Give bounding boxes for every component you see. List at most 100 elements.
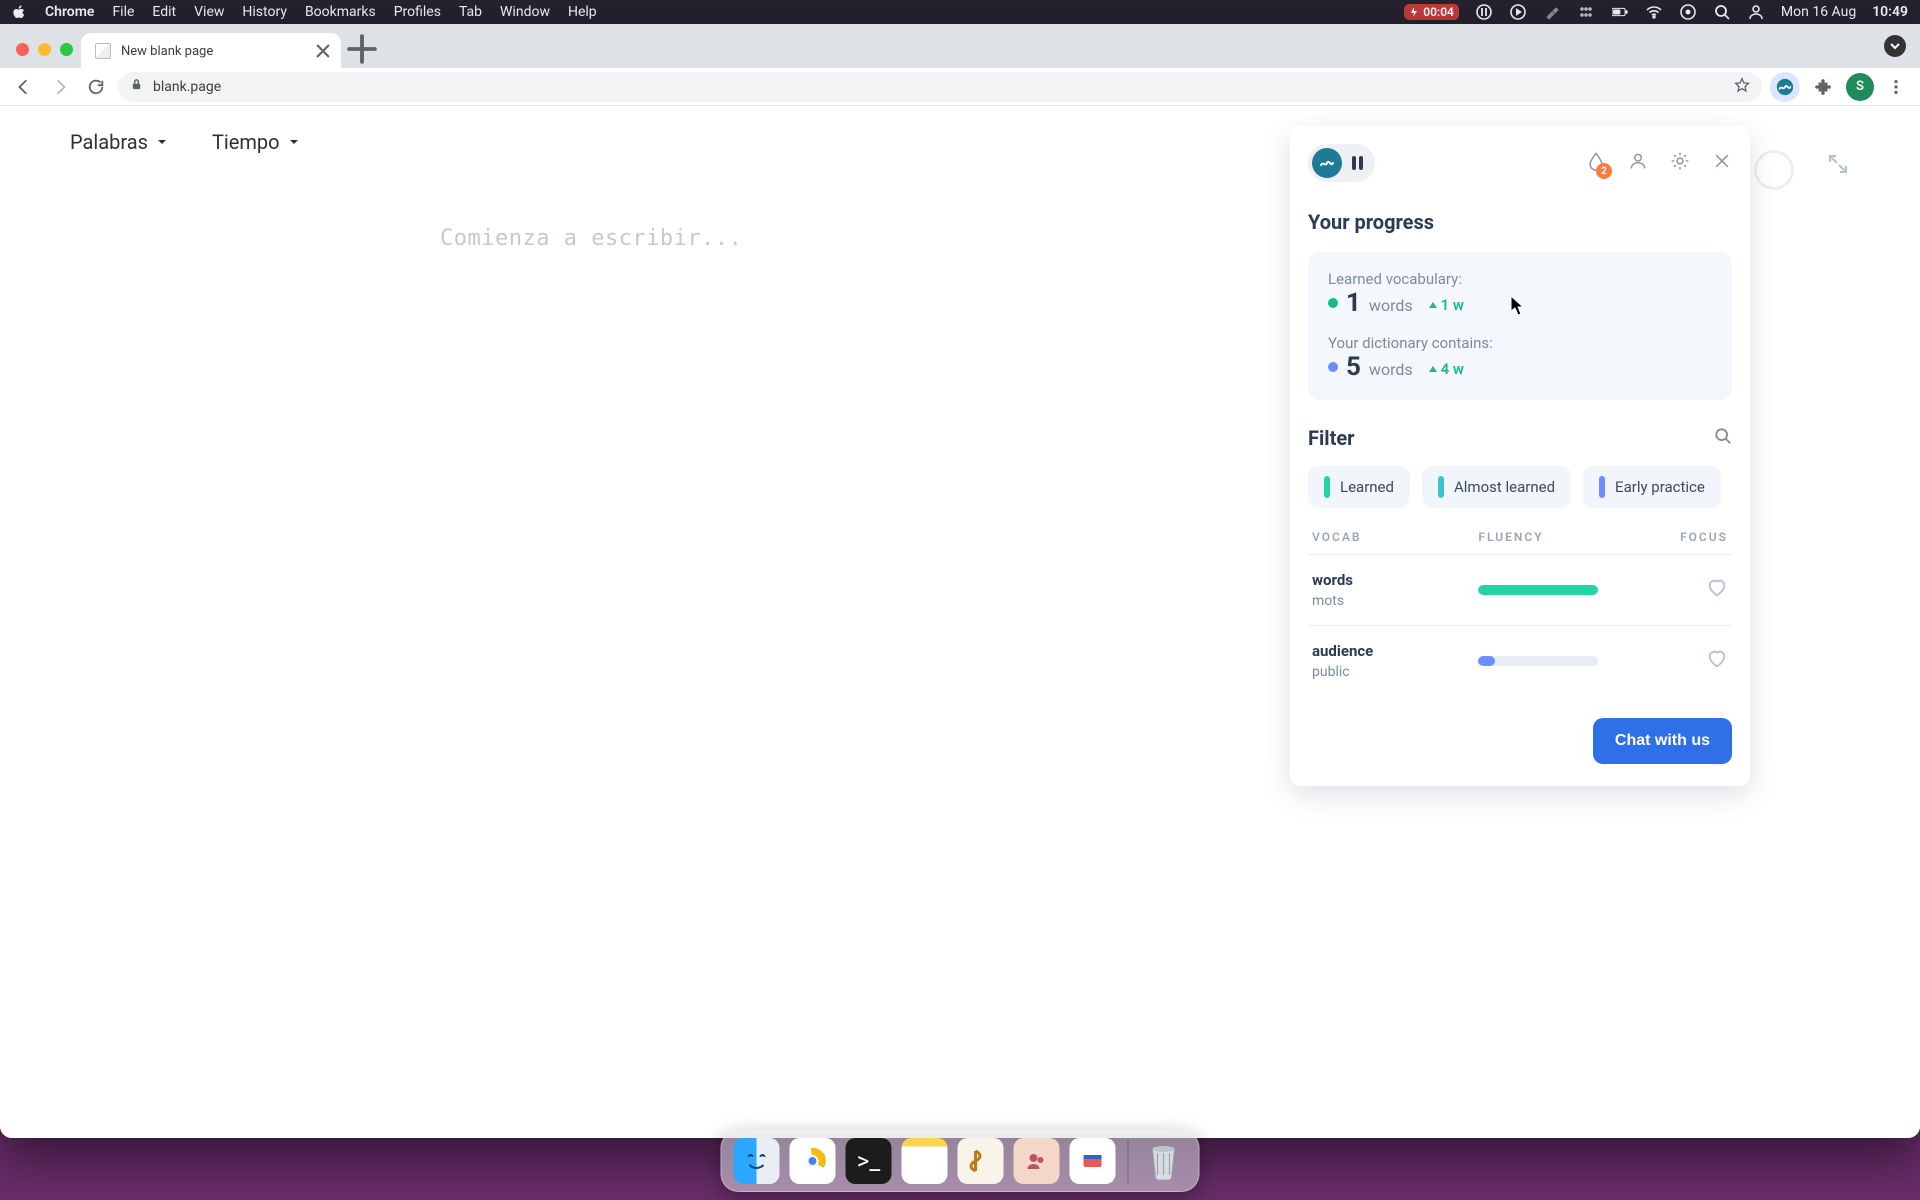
chrome-profile-button[interactable]: S <box>1846 73 1874 101</box>
progress-box: Learned vocabulary: 1 words 1 w Your dic… <box>1308 252 1732 400</box>
user-switch-icon[interactable] <box>1747 3 1765 21</box>
chat-with-us-button[interactable]: Chat with us <box>1593 718 1732 764</box>
teal-bar-icon <box>1438 476 1444 498</box>
vocab-translation: public <box>1312 664 1478 680</box>
table-row[interactable]: words mots <box>1308 554 1732 625</box>
menubar-date[interactable]: Mon 16 Aug <box>1781 4 1856 20</box>
wave-icon <box>1776 78 1794 96</box>
notifications-badge: 2 <box>1596 163 1612 179</box>
nav-forward-button[interactable] <box>46 73 74 101</box>
table-row[interactable]: audience public <box>1308 625 1732 696</box>
dictionary-count: 5 <box>1346 352 1361 382</box>
chevron-down-icon <box>156 136 168 148</box>
new-tab-button[interactable] <box>347 34 377 64</box>
time-dropdown[interactable]: Tiempo <box>212 130 300 154</box>
nav-reload-button[interactable] <box>82 73 110 101</box>
th-vocab: VOCAB <box>1312 530 1478 544</box>
editor-placeholder[interactable]: Comienza a escribir... <box>440 226 742 251</box>
background-circle-decoration <box>1754 150 1794 190</box>
mouse-cursor-icon <box>1510 295 1526 317</box>
window-minimize-button[interactable] <box>38 43 51 56</box>
chip-learned[interactable]: Learned <box>1308 466 1410 508</box>
bookmark-star-button[interactable] <box>1734 77 1750 97</box>
control-center-icon[interactable] <box>1679 3 1697 21</box>
vocab-translation: mots <box>1312 593 1478 609</box>
browser-toolbar: blank.page S <box>0 68 1920 106</box>
puzzle-icon <box>1814 78 1832 96</box>
dock-app-tickets[interactable] <box>1070 1138 1116 1184</box>
menu-view[interactable]: View <box>194 4 224 20</box>
window-close-button[interactable] <box>16 43 29 56</box>
extensions-button[interactable] <box>1808 72 1838 102</box>
th-focus: FOCUS <box>1636 530 1728 544</box>
nav-back-button[interactable] <box>10 73 38 101</box>
battery-icon[interactable] <box>1611 3 1629 21</box>
menu-file[interactable]: File <box>112 4 134 20</box>
dock-app-notes[interactable] <box>902 1138 948 1184</box>
focus-heart-button[interactable] <box>1706 648 1728 674</box>
play-pause-toggle[interactable] <box>1308 144 1375 182</box>
x-icon <box>315 43 331 59</box>
close-panel-button[interactable] <box>1712 151 1732 175</box>
braille-icon[interactable] <box>1577 3 1595 21</box>
extension-app-button[interactable] <box>1770 72 1800 102</box>
dictionary-label: Your dictionary contains: <box>1328 334 1712 352</box>
media-play-icon[interactable] <box>1509 3 1527 21</box>
menu-edit[interactable]: Edit <box>152 4 176 20</box>
dock-trash[interactable] <box>1141 1138 1187 1184</box>
tab-search-button[interactable] <box>1884 35 1906 57</box>
dock-app-script[interactable] <box>958 1138 1004 1184</box>
filter-section-title: Filter <box>1308 426 1354 450</box>
chip-almost-learned[interactable]: Almost learned <box>1422 466 1571 508</box>
menu-tab[interactable]: Tab <box>459 4 482 20</box>
page-favicon-icon <box>95 43 111 59</box>
search-icon <box>1714 427 1732 445</box>
window-zoom-button[interactable] <box>60 43 73 56</box>
chrome-menu-button[interactable] <box>1882 73 1910 101</box>
spotlight-search-icon[interactable] <box>1713 3 1731 21</box>
words-dropdown[interactable]: Palabras <box>70 130 168 154</box>
menu-bookmarks[interactable]: Bookmarks <box>305 4 376 20</box>
apple-logo-icon[interactable] <box>12 5 27 20</box>
dock-app-contacts[interactable] <box>1014 1138 1060 1184</box>
vocab-word: audience <box>1312 642 1478 660</box>
dock-app-chrome[interactable] <box>790 1138 836 1184</box>
focus-heart-button[interactable] <box>1706 577 1728 603</box>
expand-panel-button[interactable] <box>1826 152 1856 182</box>
extension-panel: 2 Your progress Learned vocabulary: <box>1290 126 1750 786</box>
hammer-icon[interactable] <box>1543 3 1561 21</box>
menu-window[interactable]: Window <box>500 4 550 20</box>
dock-app-terminal[interactable]: >_ <box>846 1138 892 1184</box>
window-traffic-lights <box>10 43 81 68</box>
menu-help[interactable]: Help <box>568 4 597 20</box>
pause-icon <box>1352 156 1363 170</box>
menu-profiles[interactable]: Profiles <box>394 4 441 20</box>
heart-icon <box>1706 648 1728 670</box>
active-app-name[interactable]: Chrome <box>45 4 94 20</box>
profile-button[interactable] <box>1628 151 1648 175</box>
macos-menubar: Chrome File Edit View History Bookmarks … <box>0 0 1920 24</box>
notifications-button[interactable]: 2 <box>1586 151 1606 175</box>
quick-action-icon[interactable] <box>1475 3 1493 21</box>
filter-search-button[interactable] <box>1714 427 1732 449</box>
close-tab-button[interactable] <box>315 43 331 59</box>
wifi-icon[interactable] <box>1645 3 1663 21</box>
active-tab[interactable]: New blank page <box>81 33 341 69</box>
caret-up-icon <box>1427 363 1439 375</box>
menubar-time[interactable]: 10:49 <box>1872 4 1908 20</box>
fluency-bar <box>1478 656 1598 666</box>
menu-history[interactable]: History <box>242 4 287 20</box>
tab-strip: New blank page <box>0 24 1920 68</box>
recording-timer-badge[interactable]: 00:04 <box>1404 4 1459 20</box>
vocab-table: VOCAB FLUENCY FOCUS words mots audience … <box>1308 530 1732 696</box>
url-bar[interactable]: blank.page <box>118 72 1762 102</box>
settings-button[interactable] <box>1670 151 1690 175</box>
close-icon <box>1712 151 1732 171</box>
th-fluency: FLUENCY <box>1478 530 1636 544</box>
green-bar-icon <box>1324 476 1330 498</box>
chevron-down-icon <box>288 136 300 148</box>
dock-app-finder[interactable] <box>734 1138 780 1184</box>
chip-early-practice[interactable]: Early practice <box>1583 466 1721 508</box>
green-dot-icon <box>1328 298 1338 308</box>
tab-title: New blank page <box>121 44 213 59</box>
